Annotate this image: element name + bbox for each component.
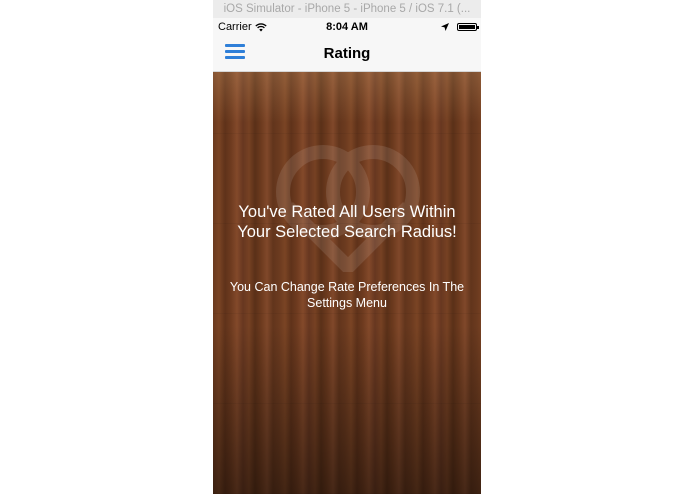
battery-tip	[477, 26, 479, 29]
status-right-group	[441, 18, 479, 36]
battery-icon	[457, 23, 479, 31]
wood-background: You've Rated All Users Within Your Selec…	[213, 72, 481, 494]
empty-state-subtitle: You Can Change Rate Preferences In The S…	[229, 280, 465, 310]
status-bar: Carrier 8:04 AM	[213, 18, 481, 36]
page-title: Rating	[323, 45, 371, 62]
location-arrow-icon	[441, 23, 449, 31]
simulator-title: iOS Simulator - iPhone 5 - iPhone 5 / iO…	[213, 0, 481, 18]
empty-state-title: You've Rated All Users Within Your Selec…	[237, 203, 457, 241]
navigation-bar: Rating	[213, 36, 481, 72]
simulator-window: iOS Simulator - iPhone 5 - iPhone 5 / iO…	[213, 0, 481, 494]
battery-fill	[459, 25, 475, 29]
